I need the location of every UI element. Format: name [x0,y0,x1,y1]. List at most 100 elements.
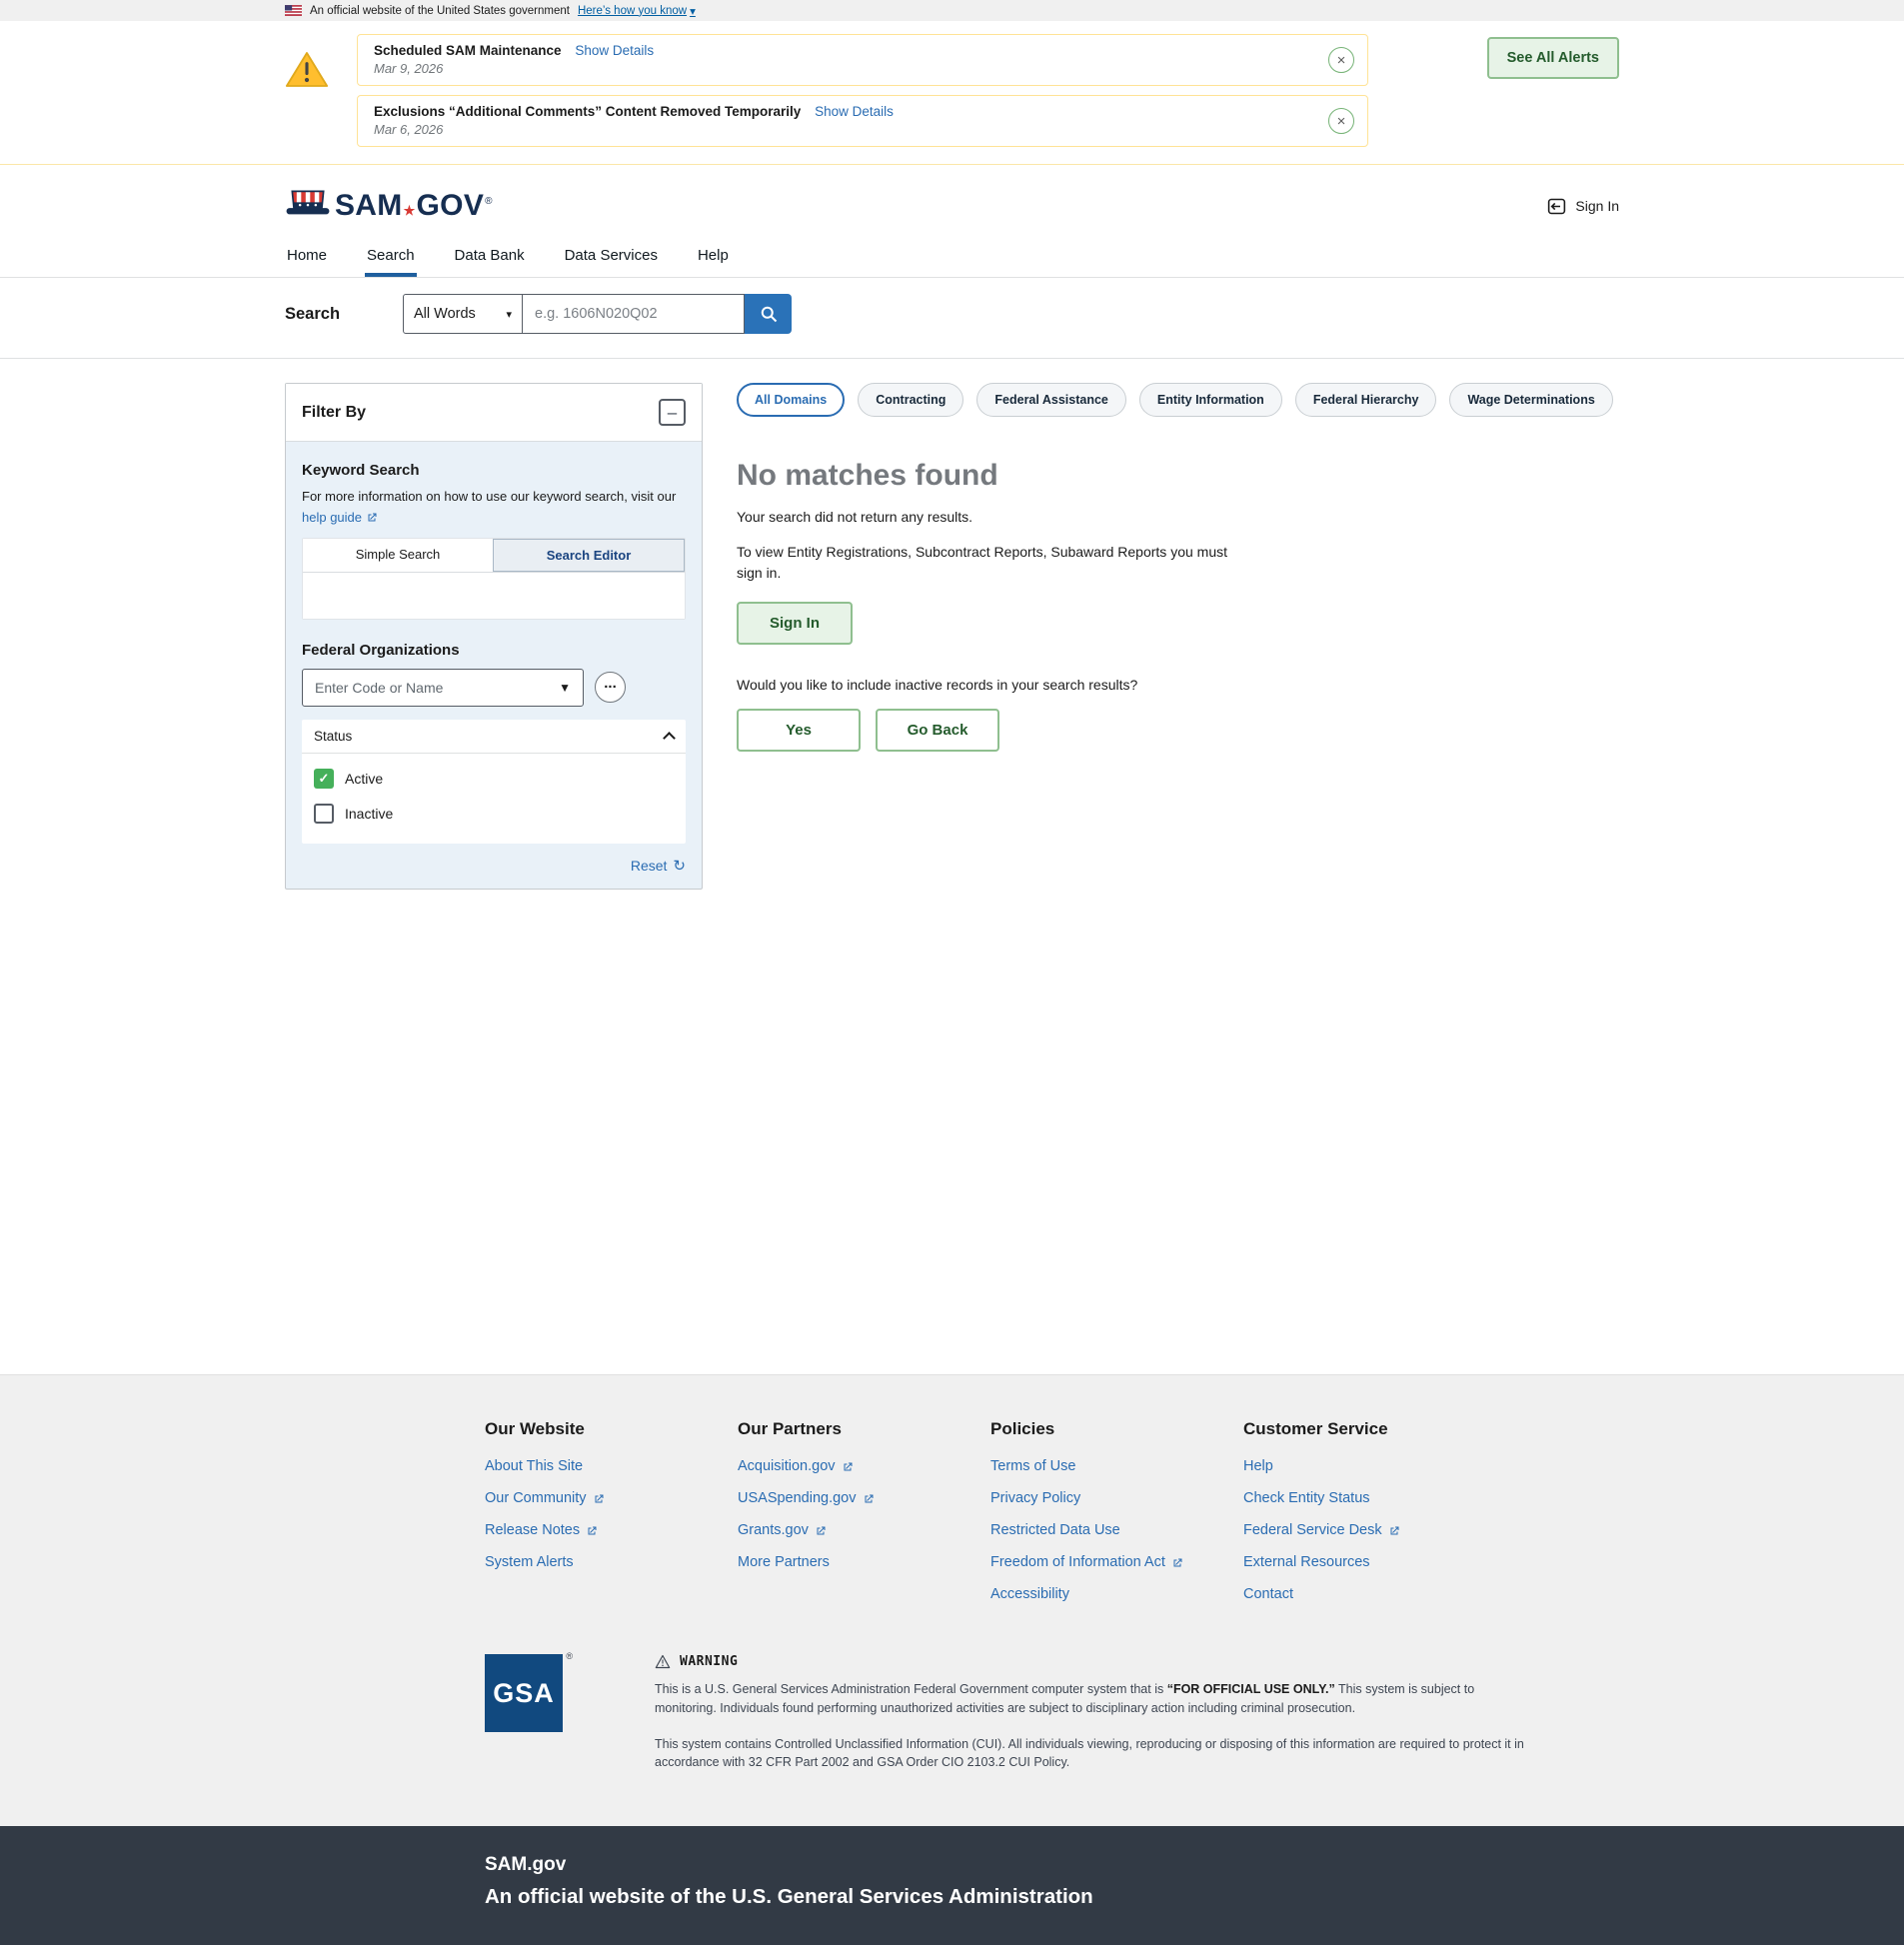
federal-organizations-combobox[interactable]: Enter Code or Name ▼ [302,669,584,707]
gov-banner-text: An official website of the United States… [310,5,570,17]
tab-search-editor[interactable]: Search Editor [493,539,685,572]
keyword-search-body[interactable] [303,573,685,619]
footer-link-grants-gov[interactable]: Grants.gov [738,1522,827,1538]
pill-federal-hierarchy[interactable]: Federal Hierarchy [1295,383,1437,417]
uncle-sam-hat-icon [285,190,331,222]
status-option-active[interactable]: ✓ Active [314,769,674,789]
footer-link-accessibility[interactable]: Accessibility [990,1586,1069,1602]
nav-item-help[interactable]: Help [696,237,731,277]
search-input[interactable] [523,294,745,334]
minus-icon: – [668,404,677,421]
pill-federal-assistance[interactable]: Federal Assistance [976,383,1125,417]
warning-block: WARNING This is a U.S. General Services … [655,1654,1534,1772]
status-option-inactive[interactable]: Inactive [314,804,674,824]
external-link-icon [593,1493,605,1505]
footer-link-acquisition-gov[interactable]: Acquisition.gov [738,1458,854,1474]
checkbox-checked-icon[interactable]: ✓ [314,769,334,789]
primary-nav: Home Search Data Bank Data Services Help [0,237,1904,278]
footer-link-federal-service-desk[interactable]: Federal Service Desk [1243,1522,1400,1538]
search-icon [759,304,779,324]
status-accordion-toggle[interactable]: Status [302,720,686,754]
footer-agency-line: An official website of the U.S. General … [485,1885,1619,1909]
alert-exclusions: Exclusions “Additional Comments” Content… [357,95,1368,147]
chevron-down-icon: ▾ [506,308,512,321]
tab-simple-search[interactable]: Simple Search [303,539,493,572]
footer-link-restricted-data-use[interactable]: Restricted Data Use [990,1522,1120,1538]
footer-site-name: SAM.gov [485,1854,1619,1876]
external-link-icon [586,1525,598,1537]
footer-link-contact[interactable]: Contact [1243,1586,1293,1602]
search-label: Search [285,305,403,324]
alert-title: Scheduled SAM Maintenance [374,43,562,58]
federal-organizations-heading: Federal Organizations [302,642,686,659]
warning-outline-icon [655,1654,671,1669]
collapse-filters-button[interactable]: – [659,399,686,426]
alert-date: Mar 9, 2026 [374,61,1315,76]
external-link-icon [1171,1557,1183,1569]
logo-text: SAM★GOV® [335,189,492,223]
footer-link-check-entity-status[interactable]: Check Entity Status [1243,1490,1370,1506]
keyword-search-heading: Keyword Search [302,462,686,479]
footer-link-our-community[interactable]: Our Community [485,1490,605,1506]
results-area: All Domains Contracting Federal Assistan… [737,383,1619,752]
keyword-search-description: For more information on how to use our k… [302,488,686,507]
footer-heading: Our Partners [738,1419,990,1439]
more-options-button[interactable]: ... [595,672,626,703]
footer-link-external-resources[interactable]: External Resources [1243,1554,1370,1570]
search-mode-select[interactable]: All Words ▾ [403,294,523,334]
pill-all-domains[interactable]: All Domains [737,383,845,417]
help-guide-link[interactable]: help guide [302,510,378,525]
pill-entity-information[interactable]: Entity Information [1139,383,1282,417]
footer-link-system-alerts[interactable]: System Alerts [485,1554,574,1570]
reset-filters-link[interactable]: Reset ↻ [631,857,686,875]
alert-sam-maintenance: Scheduled SAM Maintenance Show Details M… [357,34,1368,86]
close-icon[interactable]: × [1328,108,1354,134]
heres-how-you-know-link[interactable]: Here’s how you know ▾ [578,4,696,18]
nav-item-data-bank[interactable]: Data Bank [453,237,527,277]
sign-in-link[interactable]: Sign In [1546,196,1619,217]
footer-link-more-partners[interactable]: More Partners [738,1554,830,1570]
no-results-text: Your search did not return any results. [737,509,1619,525]
nav-item-data-services[interactable]: Data Services [563,237,660,277]
footer-heading: Customer Service [1243,1419,1496,1439]
external-link-icon [842,1461,854,1473]
gov-banner: An official website of the United States… [0,0,1904,21]
alert-show-details-link[interactable]: Show Details [575,43,654,58]
alert-date: Mar 6, 2026 [374,122,1315,137]
footer-column-policies: Policies Terms of Use Privacy Policy Res… [990,1419,1243,1618]
external-link-icon [1388,1525,1400,1537]
see-all-alerts-button[interactable]: See All Alerts [1487,37,1619,79]
footer-link-terms-of-use[interactable]: Terms of Use [990,1458,1075,1474]
nav-item-search[interactable]: Search [365,237,417,277]
gsa-logo: GSA ® [485,1654,563,1772]
close-icon[interactable]: × [1328,47,1354,73]
nav-item-home[interactable]: Home [285,237,329,277]
footer-link-help[interactable]: Help [1243,1458,1273,1474]
footer-link-privacy-policy[interactable]: Privacy Policy [990,1490,1080,1506]
footer-link-foia[interactable]: Freedom of Information Act [990,1554,1183,1570]
external-link-icon [863,1493,875,1505]
checkbox-unchecked-icon[interactable] [314,804,334,824]
us-flag-icon [285,5,302,16]
footer-link-release-notes[interactable]: Release Notes [485,1522,598,1538]
yes-button[interactable]: Yes [737,709,861,752]
results-sign-in-button[interactable]: Sign In [737,602,853,645]
footer-heading: Our Website [485,1419,738,1439]
go-back-button[interactable]: Go Back [876,709,999,752]
alerts-section: Scheduled SAM Maintenance Show Details M… [0,21,1904,165]
star-icon: ★ [404,203,416,219]
footer-column-our-website: Our Website About This Site Our Communit… [485,1419,738,1618]
footer-heading: Policies [990,1419,1243,1439]
pill-wage-determinations[interactable]: Wage Determinations [1449,383,1612,417]
pill-contracting[interactable]: Contracting [858,383,963,417]
sam-gov-logo[interactable]: SAM★GOV® [285,189,492,223]
alert-show-details-link[interactable]: Show Details [815,104,894,119]
no-matches-title: No matches found [737,459,1619,493]
site-header: SAM★GOV® Sign In [0,165,1904,237]
footer-link-about-this-site[interactable]: About This Site [485,1458,583,1474]
sign-in-prompt-text: To view Entity Registrations, Subcontrac… [737,542,1241,584]
search-submit-button[interactable] [745,294,792,334]
footer-link-usaspending-gov[interactable]: USASpending.gov [738,1490,875,1506]
footer-column-our-partners: Our Partners Acquisition.gov USASpending… [738,1419,990,1618]
identity-footer: SAM.gov An official website of the U.S. … [0,1826,1904,1945]
